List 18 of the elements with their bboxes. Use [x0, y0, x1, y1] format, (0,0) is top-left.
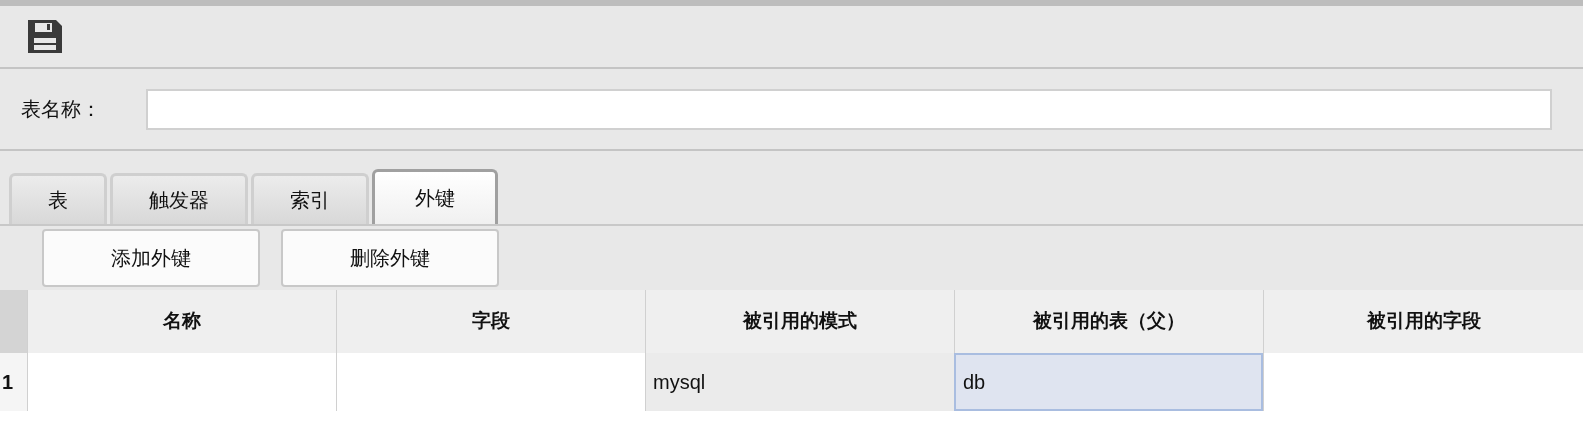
column-header[interactable]: 名称: [27, 290, 336, 353]
row-number: 1: [0, 353, 27, 411]
table-name-field[interactable]: [146, 88, 1552, 130]
table-name-label: 表名称：: [21, 97, 102, 122]
column-header[interactable]: 被引用的表（父）: [954, 290, 1263, 353]
table-cell[interactable]: mysql: [645, 353, 954, 411]
tab[interactable]: 表: [9, 173, 107, 224]
action-button[interactable]: 添加外键: [42, 229, 260, 287]
action-button[interactable]: 删除外键: [281, 229, 499, 287]
column-header[interactable]: 字段: [336, 290, 645, 353]
save-icon[interactable]: [26, 18, 63, 55]
corner-cell: [0, 290, 27, 353]
tab[interactable]: 索引: [251, 173, 369, 224]
table-cell[interactable]: db: [954, 353, 1263, 411]
column-header[interactable]: 被引用的字段: [1263, 290, 1583, 353]
tab[interactable]: 外键: [372, 169, 498, 224]
tab[interactable]: 触发器: [110, 173, 248, 224]
column-header[interactable]: 被引用的模式: [645, 290, 954, 353]
